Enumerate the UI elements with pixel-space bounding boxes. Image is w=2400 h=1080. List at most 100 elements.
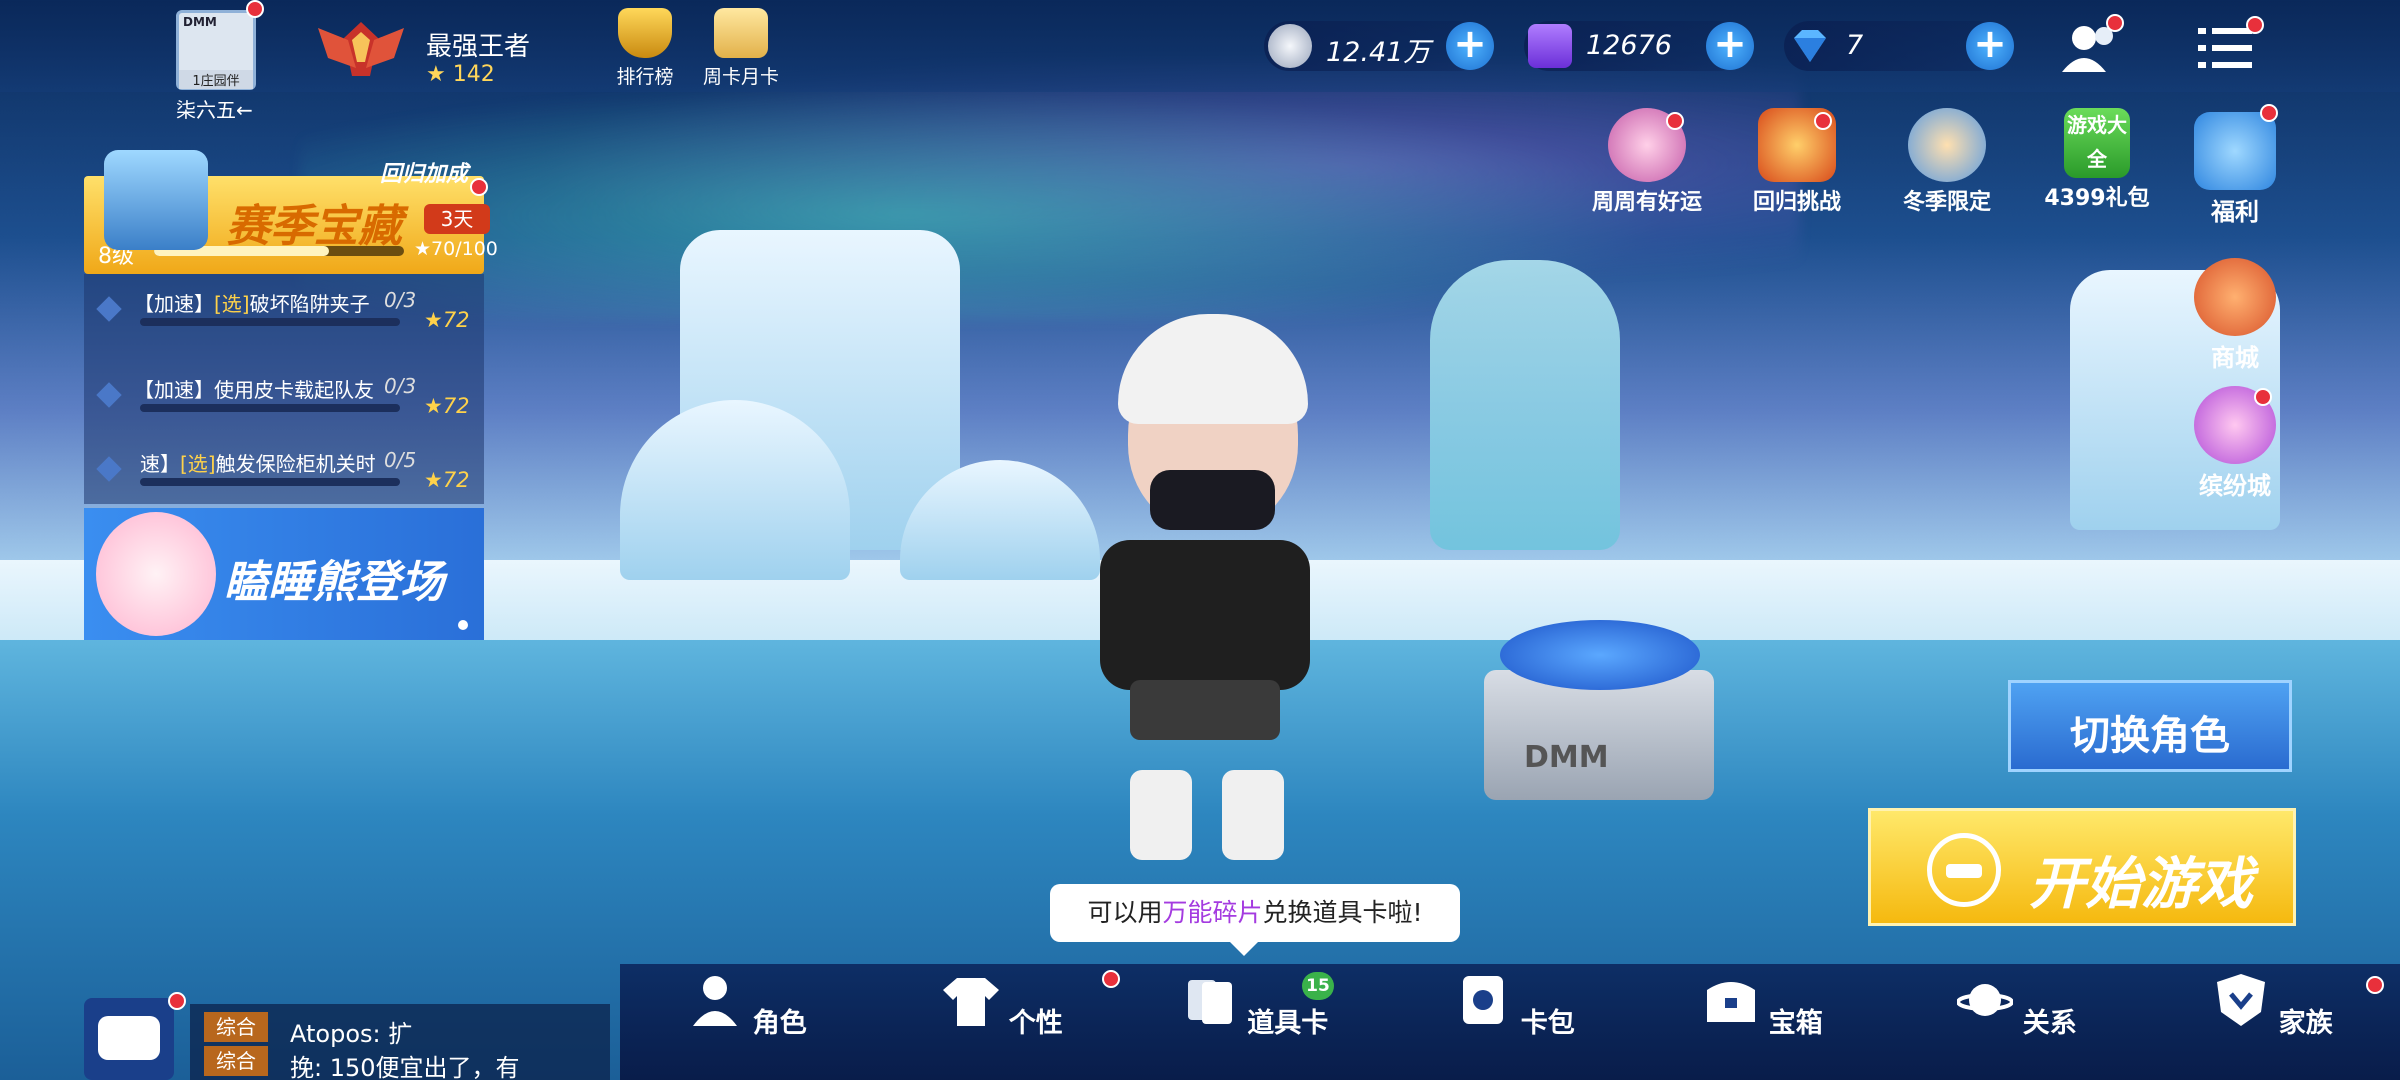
diamond-value: 7 [1846,30,1864,61]
quest-count: 0/3 [384,374,417,398]
quest-progress-bar [140,478,400,486]
item-card-count-badge: 15 [1302,972,1334,1000]
tip-bubble: 可以用万能碎片兑换道具卡啦! [1050,884,1460,956]
planet-icon [1956,984,2015,1016]
ice-statue [1430,260,1620,550]
season-alert-dot [470,178,488,196]
event-banner[interactable]: 瞌睡熊登场 [84,508,484,640]
winter-limited-button[interactable]: 冬季限定 [1882,108,2012,216]
add-e-coin-button[interactable]: + [1706,22,1754,70]
shop-button[interactable]: 商城 [2180,258,2290,373]
weekly-monthly-card-label: 周卡月卡 [702,66,779,88]
nav-character[interactable]: 角色 [672,972,822,1040]
event-banner-text: 瞌睡熊登场 [224,557,444,608]
weekly-luck-label: 周周有好运 [1591,190,1702,215]
chat-message: 挽: 150便宜出了，有 [290,1054,520,1080]
chat-channel-tag: 综合 [204,1046,268,1076]
nav-card-pack-label: 卡包 [1520,1008,1575,1039]
gift-box-icon [2194,112,2276,190]
avatar-tag: 1庄园伴 [179,70,253,89]
return-challenge-button[interactable]: 回归挑战 [1732,108,1862,216]
season-timer: 3天 [424,204,490,234]
treasure-chest-icon [104,150,208,250]
silver-coin-icon [1268,24,1312,68]
colorful-city-button[interactable]: 缤纷城 [2180,386,2290,501]
chat-channel-tag: 综合 [204,1012,268,1042]
player-character-mask [1150,470,1275,530]
chat-preview[interactable]: 综合 综合 Atopos: 扩 挽: 150便宜出了，有 [190,1004,610,1080]
chat-button[interactable] [84,998,174,1080]
quest-diamond-icon [96,382,122,408]
avatar-brand: DMM [183,15,217,29]
shield-icon [2217,974,2266,1026]
shopping-cart-icon [2194,258,2276,336]
player-avatar[interactable]: DMM 1庄园伴 [176,10,256,90]
quest-item[interactable]: 【加速】[选]破坏陷阱夹子 0/3 ★72 [84,274,484,350]
nav-style-label: 个性 [1008,1008,1063,1039]
chat-bubble-icon [98,1016,160,1060]
quest-count: 0/3 [384,288,417,312]
chest-icon [1707,982,1756,1022]
return-challenge-label: 回归挑战 [1752,190,1841,215]
switch-role-button[interactable]: 切换角色 [2008,680,2292,772]
gift-pack-4399-button[interactable]: 游戏大全 4399礼包 [2032,108,2162,212]
quest-item[interactable]: 速】[选]触发保险柜机关时 0/5 ★72 [84,434,484,510]
friends-alert-dot [2106,14,2124,32]
menu-icon [2198,28,2252,68]
menu-button[interactable] [2198,26,2252,70]
season-progress-text: ★70/100 [414,238,498,260]
nav-item-cards-label: 道具卡 [1247,1008,1329,1039]
welfare-label: 福利 [2211,198,2259,226]
quest-text: 【加速】使用皮卡载起队友 [134,378,374,402]
welfare-button[interactable]: 福利 [2180,112,2290,227]
quest-list: 【加速】[选]破坏陷阱夹子 0/3 ★72 【加速】使用皮卡载起队友 0/3 ★… [84,274,484,504]
quest-reward: ★72 [424,308,470,332]
banner-page-dot [458,620,468,630]
welfare-alert-dot [2260,104,2278,122]
nav-chest[interactable]: 宝箱 [1688,972,1838,1040]
diamond-icon [1794,30,1826,62]
quest-item[interactable]: 【加速】使用皮卡载起队友 0/3 ★72 [84,360,484,436]
player-character-shorts [1130,680,1280,740]
quest-reward: ★72 [424,394,470,418]
weekly-luck-alert-dot [1666,112,1684,130]
return-bonus-tag: 回归加成 [380,162,469,187]
rank-title: 最强王者 [426,32,531,62]
nav-family-alert-dot [2366,976,2384,994]
nav-chest-label: 宝箱 [1768,1008,1823,1039]
gift-pack-4399-label: 4399礼包 [2044,186,2150,211]
player-character-boot [1130,770,1192,860]
rank-stars: ★ 142 [426,62,495,87]
nav-card-pack[interactable]: 卡包 [1440,972,1590,1040]
quest-diamond-icon [96,296,122,322]
winter-character-icon [1908,108,1986,182]
colorful-city-label: 缤纷城 [2199,472,2271,500]
chat-alert-dot [168,992,186,1010]
e-coin-value: 12676 [1586,30,1672,61]
quest-text: 速】[选]触发保险柜机关时 [140,452,376,476]
nav-family[interactable]: 家族 [2198,972,2348,1040]
nav-relations-label: 关系 [2022,1008,2077,1039]
avatar-alert-dot [246,0,264,18]
add-diamond-button[interactable]: + [1966,22,2014,70]
sleepy-bear-character [96,512,216,636]
player-character-boot [1222,770,1284,860]
game-collection-icon: 游戏大全 [2064,108,2130,178]
leaderboard-button[interactable]: 排行榜 [600,8,690,89]
quest-text: 【加速】[选]破坏陷阱夹子 [134,292,370,316]
quest-count: 0/5 [384,448,417,472]
purple-e-coin-icon [1528,24,1572,68]
nav-relations[interactable]: 关系 [1942,972,2092,1040]
add-silver-button[interactable]: + [1446,22,1494,70]
nav-style[interactable]: 个性 [928,972,1078,1040]
player-name: 柒六五← [176,98,253,122]
weekly-monthly-card-button[interactable]: 周卡月卡 [696,8,786,89]
player-character-cap [1118,314,1308,424]
start-game-button[interactable]: 开始游戏 [1868,808,2296,926]
silver-coin-value: 12.41万 [1326,37,1431,68]
weekly-luck-button[interactable]: 周周有好运 [1582,108,1712,216]
shirt-icon [943,978,1000,1026]
winter-limited-label: 冬季限定 [1902,190,1991,215]
gem-pile [1500,620,1700,690]
chat-message: Atopos: 扩 [290,1020,413,1048]
